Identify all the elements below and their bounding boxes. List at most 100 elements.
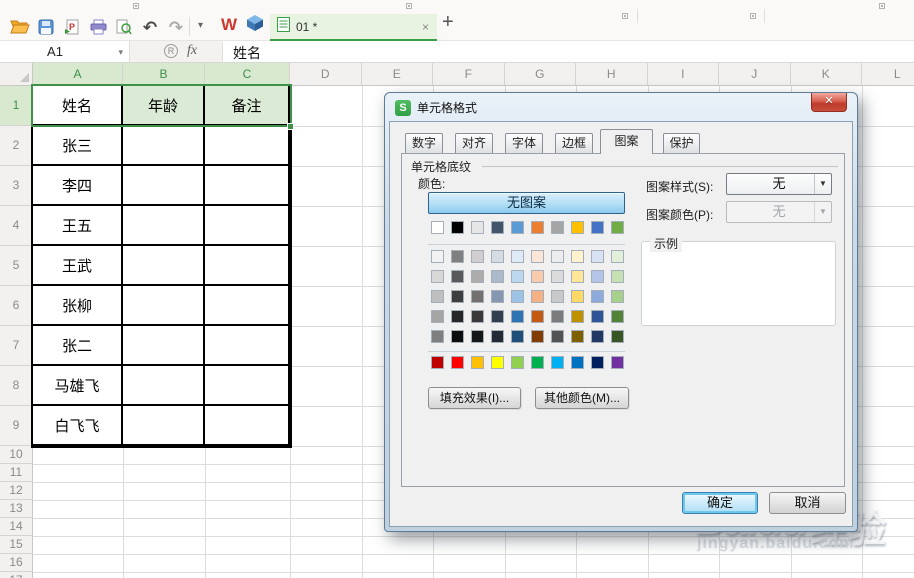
color-swatch-3F3F3F[interactable] (451, 290, 464, 303)
ok-button[interactable]: 确定 (682, 492, 758, 514)
color-swatch-FFC000[interactable] (471, 356, 484, 369)
color-swatch-002060[interactable] (591, 356, 604, 369)
color-swatch-FFFF00[interactable] (491, 356, 504, 369)
color-swatch-AEABAB[interactable] (471, 270, 484, 283)
row-header-15[interactable]: 15 (0, 536, 33, 554)
color-swatch-7F7F7F[interactable] (431, 330, 444, 343)
row-header-5[interactable]: 5 (0, 246, 33, 286)
cell-C3[interactable] (205, 166, 290, 206)
column-header-A[interactable]: A (33, 63, 123, 86)
print-preview-icon[interactable] (112, 16, 136, 38)
color-swatch-BDD7EE[interactable] (511, 270, 524, 283)
cell-B9[interactable] (123, 406, 205, 446)
cell-A1[interactable]: 姓名 (33, 86, 123, 126)
dialog-tab-边框[interactable]: 边框 (555, 133, 593, 153)
row-header-1[interactable]: 1 (0, 86, 33, 126)
color-swatch-D9E2F3[interactable] (591, 250, 604, 263)
row-header-16[interactable]: 16 (0, 554, 33, 572)
color-swatch-FFF2CC[interactable] (571, 250, 584, 263)
color-swatch-2E5496[interactable] (591, 310, 604, 323)
color-swatch-1F3864[interactable] (591, 330, 604, 343)
row-header-3[interactable]: 3 (0, 166, 33, 206)
cell-B6[interactable] (123, 286, 205, 326)
color-swatch-323F4F[interactable] (491, 310, 504, 323)
cell-C9[interactable] (205, 406, 290, 446)
undo-icon[interactable]: ↶ (138, 16, 162, 38)
cell-C7[interactable] (205, 326, 290, 366)
cell-A8[interactable]: 马雄飞 (33, 366, 123, 406)
cell-A6[interactable]: 张柳 (33, 286, 123, 326)
new-tab-button[interactable]: + (442, 11, 454, 34)
column-header-F[interactable]: F (433, 63, 505, 86)
dialog-tab-图案[interactable]: 图案 (600, 129, 653, 154)
color-swatch-C9C9C9[interactable] (551, 290, 564, 303)
color-swatch-A5A5A5[interactable] (551, 221, 564, 234)
color-swatch-000000[interactable] (451, 221, 464, 234)
formula-input[interactable]: 姓名 (223, 41, 914, 62)
color-swatch-D6DCE4[interactable] (491, 250, 504, 263)
color-swatch-F2F2F2[interactable] (431, 250, 444, 263)
more-colors-button[interactable]: 其他颜色(M)... (535, 387, 629, 409)
row-header-10[interactable]: 10 (0, 446, 33, 464)
color-swatch-ACB9CA[interactable] (491, 270, 504, 283)
column-header-C[interactable]: C (205, 63, 290, 86)
cell-A2[interactable]: 张三 (33, 126, 123, 166)
insert-function-icon[interactable]: fx (187, 43, 197, 59)
color-swatch-538135[interactable] (611, 310, 624, 323)
row-header-13[interactable]: 13 (0, 500, 33, 518)
no-pattern-button[interactable]: 无图案 (428, 192, 625, 214)
dialog-tab-字体[interactable]: 字体 (505, 133, 543, 153)
cell-B2[interactable] (123, 126, 205, 166)
color-swatch-757070[interactable] (471, 290, 484, 303)
row-header-2[interactable]: 2 (0, 126, 33, 166)
row-header-6[interactable]: 6 (0, 286, 33, 326)
name-box[interactable]: A1 ▾ (0, 41, 130, 62)
dialog-titlebar[interactable]: S 单元格格式 (395, 99, 477, 116)
color-swatch-262626[interactable] (451, 310, 464, 323)
row-header-14[interactable]: 14 (0, 518, 33, 536)
color-swatch-375623[interactable] (611, 330, 624, 343)
color-swatch-7030A0[interactable] (611, 356, 624, 369)
row-header-11[interactable]: 11 (0, 464, 33, 482)
color-swatch-4472C4[interactable] (591, 221, 604, 234)
document-tab[interactable]: 01 * × (270, 14, 437, 41)
color-swatch-F4B183[interactable] (531, 290, 544, 303)
color-swatch-7F6000[interactable] (571, 330, 584, 343)
column-header-D[interactable]: D (290, 63, 362, 86)
print-icon[interactable] (86, 16, 110, 38)
cell-B4[interactable] (123, 206, 205, 246)
column-header-B[interactable]: B (123, 63, 205, 86)
cell-C1[interactable]: 备注 (205, 86, 290, 126)
dialog-tab-数字[interactable]: 数字 (405, 133, 443, 153)
color-swatch-DBDBDB[interactable] (551, 270, 564, 283)
color-swatch-FBE5D6[interactable] (531, 250, 544, 263)
cell-C4[interactable] (205, 206, 290, 246)
cell-A7[interactable]: 张二 (33, 326, 123, 366)
row-header-7[interactable]: 7 (0, 326, 33, 366)
name-box-caret-icon[interactable]: ▾ (118, 47, 123, 58)
redo-icon[interactable]: ↷ (164, 16, 188, 38)
cell-B8[interactable] (123, 366, 205, 406)
column-header-I[interactable]: I (647, 63, 719, 86)
circled-r-icon[interactable]: R (164, 44, 178, 58)
column-header-E[interactable]: E (361, 63, 433, 86)
color-swatch-7B7B7B[interactable] (551, 310, 564, 323)
color-swatch-525252[interactable] (551, 330, 564, 343)
color-swatch-BFBFBF[interactable] (431, 290, 444, 303)
color-swatch-BF9000[interactable] (571, 310, 584, 323)
color-swatch-5B9BD5[interactable] (511, 221, 524, 234)
cell-A3[interactable]: 李四 (33, 166, 123, 206)
cell-C5[interactable] (205, 246, 290, 286)
color-swatch-1F4E79[interactable] (511, 330, 524, 343)
color-swatch-E2EFDA[interactable] (611, 250, 624, 263)
toolbar-dropdown-caret-icon[interactable]: ▾ (198, 20, 203, 31)
color-swatch-44546A[interactable] (491, 221, 504, 234)
color-swatch-833C00[interactable] (531, 330, 544, 343)
color-swatch-F7CBAC[interactable] (531, 270, 544, 283)
cell-B5[interactable] (123, 246, 205, 286)
export-pdf-icon[interactable]: P (60, 16, 84, 38)
color-swatch-00B0F0[interactable] (551, 356, 564, 369)
select-all-corner[interactable] (0, 63, 33, 86)
color-swatch-7F7F7F[interactable] (451, 250, 464, 263)
color-swatch-ED7D31[interactable] (531, 221, 544, 234)
